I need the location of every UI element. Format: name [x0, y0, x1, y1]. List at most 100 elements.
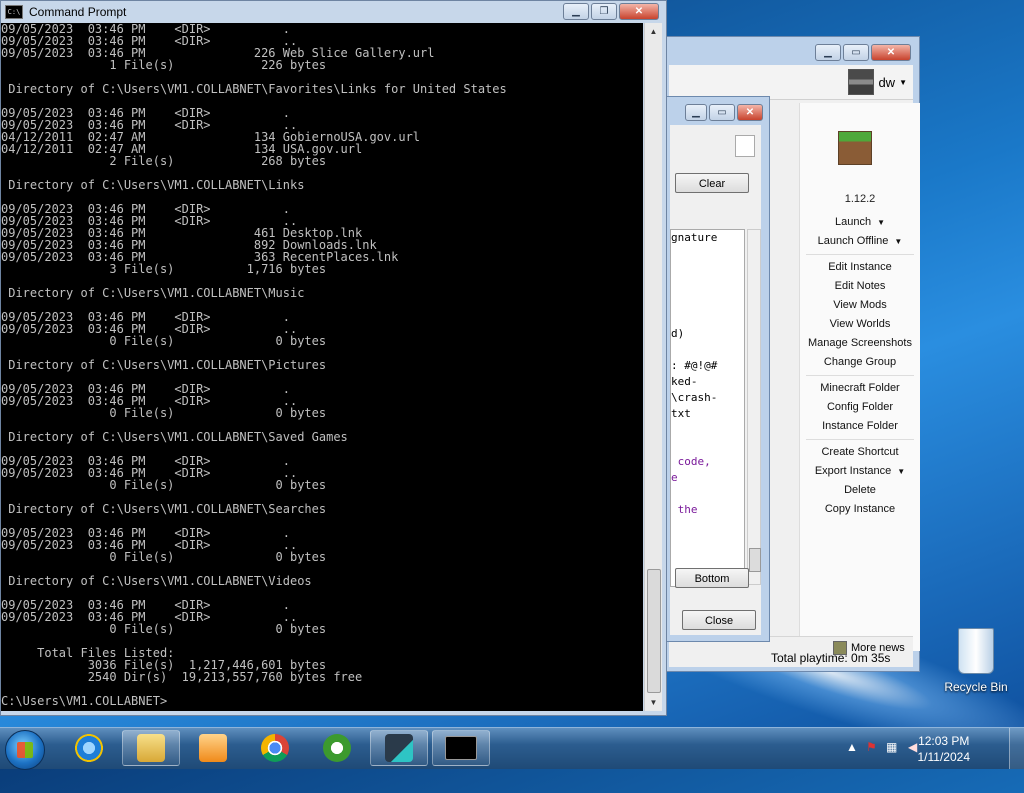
minimize-button[interactable]: ▁: [685, 104, 707, 121]
multimc-caption-buttons: ▁ ▭ ✕: [815, 44, 911, 61]
close-button[interactable]: ✕: [737, 104, 763, 121]
clock-time: 12:03 PM: [918, 734, 970, 748]
chevron-down-icon: ▼: [899, 77, 907, 87]
taskbar-chrome[interactable]: [246, 730, 304, 766]
action-view-mods[interactable]: View Mods: [800, 296, 920, 315]
taskbar-command-prompt[interactable]: [432, 730, 490, 766]
console-line: 2540 Dir(s) 19,213,557,760 bytes free: [1, 670, 363, 684]
action-edit-notes[interactable]: Edit Notes: [800, 277, 920, 296]
action-label: Copy Instance: [824, 503, 896, 515]
log-scroll-thumb[interactable]: [749, 548, 761, 572]
taskbar-multimc[interactable]: [370, 730, 428, 766]
action-view-worlds[interactable]: View Worlds: [800, 315, 920, 334]
restore-button[interactable]: ❐: [591, 3, 617, 20]
account-avatar: [848, 69, 875, 95]
console-output[interactable]: 09/05/2023 03:46 PM <DIR> . 09/05/2023 03…: [1, 23, 643, 711]
log-line: d): [671, 327, 685, 340]
action-instance-folder[interactable]: Instance Folder: [800, 417, 920, 436]
taskbar-internet-explorer[interactable]: [60, 730, 118, 766]
recycle-bin-label: Recycle Bin: [944, 680, 1008, 694]
console-line: Directory of C:\Users\VM1.COLLABNET\Save…: [1, 430, 348, 444]
log-scrollbar[interactable]: [747, 229, 761, 585]
log-window: ▁ ▭ ✕ Clear gnature d): #@!@# ked- \crash-t…: [664, 96, 770, 642]
show-desktop-button[interactable]: [1009, 728, 1024, 769]
console-line: 0 File(s) 0 bytes: [1, 550, 327, 564]
action-launch-offline[interactable]: Launch Offline ▼: [800, 232, 920, 251]
close-button[interactable]: ✕: [871, 44, 911, 61]
console-line: C:\Users\VM1.COLLABNET>: [1, 694, 168, 708]
action-label: View Worlds: [829, 318, 891, 330]
cmd-caption-buttons: ▁ ❐ ✕: [563, 3, 659, 20]
log-line: gnature: [671, 231, 718, 244]
log-caption-buttons: ▁ ▭ ✕: [685, 104, 763, 121]
recycle-bin[interactable]: Recycle Bin: [940, 628, 1012, 694]
action-manage-screenshots[interactable]: Manage Screenshots: [800, 334, 920, 353]
log-line: code,: [671, 455, 711, 468]
log-line: ked-: [671, 375, 698, 388]
clock[interactable]: 12:03 PM 1/11/2024: [918, 733, 971, 765]
action-create-shortcut[interactable]: Create Shortcut: [800, 443, 920, 462]
bottom-button[interactable]: Bottom: [675, 568, 749, 588]
maximize-button[interactable]: ▭: [843, 44, 869, 61]
account-selector[interactable]: dw ▼: [848, 69, 907, 95]
taskbar: ▲ ⚑ ▦ ◀ 12:03 PM 1/11/2024: [0, 727, 1024, 770]
minimize-button[interactable]: ▁: [563, 3, 589, 20]
taskbar-media-player[interactable]: [184, 730, 242, 766]
start-button[interactable]: [5, 730, 45, 770]
command-prompt-window: C:\ Command Prompt ▁ ❐ ✕ 09/05/2023 03:4…: [0, 0, 667, 716]
close-log-button[interactable]: Close: [682, 610, 756, 630]
action-export-instance[interactable]: Export Instance ▼: [800, 462, 920, 481]
chrome-icon: [261, 734, 289, 762]
action-center-icon[interactable]: ⚑: [866, 740, 877, 754]
action-delete[interactable]: Delete: [800, 481, 920, 500]
action-label: Minecraft Folder: [820, 382, 900, 394]
account-name: dw: [878, 74, 896, 90]
action-label: Edit Notes: [834, 280, 886, 292]
maximize-button[interactable]: ▭: [709, 104, 735, 121]
action-copy-instance[interactable]: Copy Instance: [800, 500, 920, 519]
action-change-group[interactable]: Change Group: [800, 353, 920, 372]
command-prompt-icon: [445, 736, 477, 760]
show-hidden-icons-icon[interactable]: ▲: [846, 740, 858, 754]
log-line: \crash-: [671, 391, 718, 404]
action-config-folder[interactable]: Config Folder: [800, 398, 920, 417]
actions-separator: [806, 254, 914, 255]
minimize-button[interactable]: ▁: [815, 44, 841, 61]
console-line: Directory of C:\Users\VM1.COLLABNET\Link…: [1, 178, 305, 192]
scroll-thumb[interactable]: [647, 569, 661, 693]
multimc-toolbar: dw ▼: [669, 65, 913, 100]
network-icon[interactable]: ▦: [886, 740, 897, 754]
action-label: Delete: [844, 484, 876, 496]
log-text[interactable]: gnature d): #@!@# ked- \crash-txt code, e th…: [670, 229, 745, 587]
console-line: Directory of C:\Users\VM1.COLLABNET\Musi…: [1, 286, 305, 300]
scroll-down-icon[interactable]: ▼: [645, 694, 662, 711]
clear-button[interactable]: Clear: [675, 173, 749, 193]
close-button[interactable]: ✕: [619, 3, 659, 20]
action-label: Change Group: [823, 356, 897, 368]
instance-icon[interactable]: [838, 131, 872, 165]
chevron-down-icon: ▼: [894, 237, 903, 246]
action-launch[interactable]: Launch ▼: [800, 213, 920, 232]
action-edit-instance[interactable]: Edit Instance: [800, 258, 920, 277]
action-label: Manage Screenshots: [808, 337, 912, 349]
log-line: e: [671, 471, 678, 484]
vertical-scrollbar[interactable]: ▲ ▼: [644, 23, 662, 711]
action-label: Instance Folder: [822, 420, 898, 432]
scroll-up-icon[interactable]: ▲: [645, 23, 662, 40]
console-line: Directory of C:\Users\VM1.COLLABNET\Favo…: [1, 82, 507, 96]
taskbar-utorrent[interactable]: [308, 730, 366, 766]
taskbar-file-explorer[interactable]: [122, 730, 180, 766]
volume-icon[interactable]: ◀: [908, 740, 917, 754]
console-line: Directory of C:\Users\VM1.COLLABNET\Vide…: [1, 574, 312, 588]
windows-logo-icon: [17, 742, 33, 758]
actions-separator: [806, 439, 914, 440]
action-minecraft-folder[interactable]: Minecraft Folder: [800, 379, 920, 398]
console-line: Directory of C:\Users\VM1.COLLABNET\Sear…: [1, 502, 327, 516]
